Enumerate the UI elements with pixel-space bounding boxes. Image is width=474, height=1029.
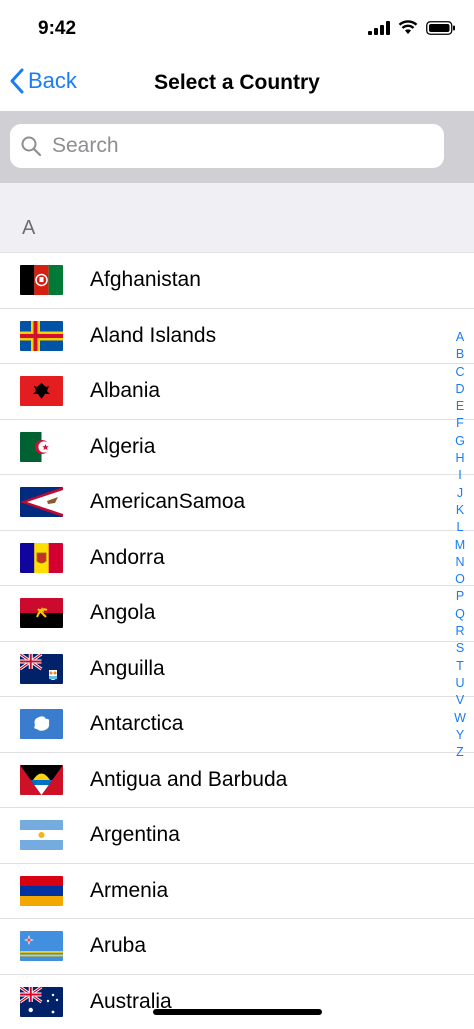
alphabet-index[interactable]: ABCDEFGHIJKLMNOPQRSTUVWYZ (450, 329, 470, 761)
country-row[interactable]: Australia (0, 974, 474, 1029)
country-name: Anguilla (90, 657, 165, 681)
afghanistan-flag-icon (20, 265, 63, 295)
index-letter[interactable]: R (455, 623, 464, 640)
country-row[interactable]: Antigua and Barbuda (0, 752, 474, 808)
index-letter[interactable]: U (455, 675, 464, 692)
country-row[interactable]: Armenia (0, 863, 474, 919)
country-list: Afghanistan Aland Islands Albania Algeri… (0, 252, 474, 1029)
navigation-bar: Back Select a Country (0, 56, 474, 112)
page-title: Select a Country (0, 71, 474, 95)
country-row[interactable]: Afghanistan (0, 252, 474, 308)
search-icon (20, 135, 42, 157)
home-indicator (153, 1009, 322, 1015)
index-letter[interactable]: W (454, 710, 466, 727)
country-row[interactable]: Antarctica (0, 696, 474, 752)
country-row[interactable]: Argentina (0, 807, 474, 863)
index-letter[interactable]: Y (456, 727, 464, 744)
antarctica-flag-icon (20, 709, 63, 739)
index-letter[interactable]: K (456, 502, 464, 519)
index-letter[interactable]: N (455, 554, 464, 571)
country-name: Antarctica (90, 712, 183, 736)
country-row[interactable]: Aland Islands (0, 308, 474, 364)
country-name: Algeria (90, 435, 155, 459)
index-letter[interactable]: V (456, 692, 464, 709)
country-name: Andorra (90, 546, 165, 570)
index-letter[interactable]: M (455, 537, 465, 554)
index-letter[interactable]: P (456, 588, 464, 605)
aland-islands-flag-icon (20, 321, 63, 351)
country-name: Albania (90, 379, 160, 403)
algeria-flag-icon (20, 432, 63, 462)
index-letter[interactable]: A (456, 329, 464, 346)
armenia-flag-icon (20, 876, 63, 906)
index-letter[interactable]: C (455, 364, 464, 381)
country-name: Angola (90, 601, 155, 625)
country-name: Aruba (90, 934, 146, 958)
search-box[interactable] (10, 124, 444, 168)
index-letter[interactable]: D (455, 381, 464, 398)
country-row[interactable]: AmericanSamoa (0, 474, 474, 530)
index-letter[interactable]: S (456, 640, 464, 657)
index-letter[interactable]: J (457, 485, 463, 502)
status-icons (368, 20, 456, 35)
status-time: 9:42 (38, 18, 76, 40)
country-name: Armenia (90, 879, 168, 903)
search-area (0, 111, 474, 183)
index-letter[interactable]: Q (455, 606, 465, 623)
angola-flag-icon (20, 598, 63, 628)
index-letter[interactable]: O (455, 571, 465, 588)
anguilla-flag-icon (20, 654, 63, 684)
aruba-flag-icon (20, 931, 63, 961)
cellular-signal-icon (368, 21, 390, 35)
country-row[interactable]: Angola (0, 585, 474, 641)
country-name: Aland Islands (90, 324, 216, 348)
country-row[interactable]: Andorra (0, 530, 474, 586)
country-row[interactable]: Algeria (0, 419, 474, 475)
index-letter[interactable]: F (456, 415, 464, 432)
index-letter[interactable]: G (455, 433, 465, 450)
index-letter[interactable]: L (457, 519, 464, 536)
country-row[interactable]: Anguilla (0, 641, 474, 697)
index-letter[interactable]: B (456, 346, 464, 363)
country-row[interactable]: Albania (0, 363, 474, 419)
country-name: Afghanistan (90, 268, 201, 292)
index-letter[interactable]: H (455, 450, 464, 467)
index-letter[interactable]: Z (456, 744, 464, 761)
antigua-and-barbuda-flag-icon (20, 765, 63, 795)
wifi-icon (398, 20, 418, 35)
search-input[interactable] (50, 133, 414, 159)
status-bar: 9:42 (0, 0, 474, 56)
index-letter[interactable]: I (458, 467, 461, 484)
section-letter: A (22, 217, 35, 240)
index-letter[interactable]: E (456, 398, 464, 415)
albania-flag-icon (20, 376, 63, 406)
country-row[interactable]: Aruba (0, 918, 474, 974)
battery-icon (426, 21, 456, 35)
index-letter[interactable]: T (456, 658, 464, 675)
country-name: AmericanSamoa (90, 490, 245, 514)
american-samoa-flag-icon (20, 487, 63, 517)
australia-flag-icon (20, 987, 63, 1017)
country-name: Antigua and Barbuda (90, 768, 287, 792)
country-name: Argentina (90, 823, 180, 847)
andorra-flag-icon (20, 543, 63, 573)
argentina-flag-icon (20, 820, 63, 850)
section-header: A (0, 183, 474, 252)
